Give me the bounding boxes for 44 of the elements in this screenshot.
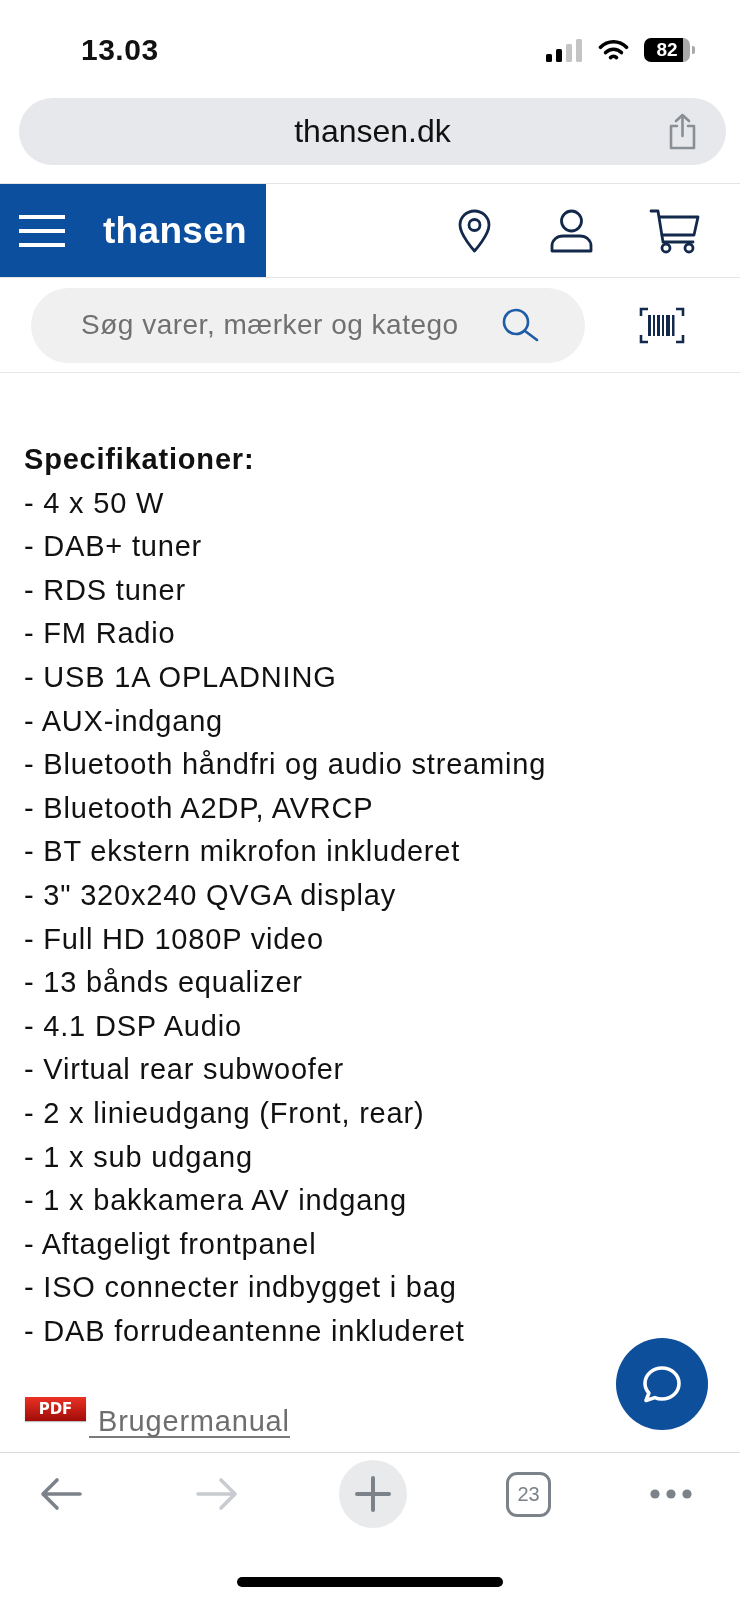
pdf-badge: PDF [25,1397,86,1422]
spec-item: - 4.1 DSP Audio [24,1008,242,1044]
search-icon[interactable] [502,308,539,342]
spec-item: - Full HD 1080P video [24,921,324,957]
plus-icon [355,1476,391,1512]
status-time: 13.03 [81,35,159,65]
location-pin-icon[interactable] [458,208,491,253]
manual-link[interactable]: Brugermanual [89,1406,290,1439]
search-field[interactable]: Søg varer, mærker og katego [31,287,585,363]
site-logo[interactable]: thansen [103,212,247,249]
user-icon[interactable] [549,208,594,253]
barcode-scanner-icon[interactable] [639,306,685,344]
spec-item: - FM Radio [24,616,176,652]
menu-icon[interactable] [19,214,65,247]
address-bar[interactable]: thansen.dk [19,98,726,165]
spec-item: - RDS tuner [24,572,186,608]
tab-count-button[interactable]: 23 [506,1471,551,1517]
spec-item: - BT ekstern mikrofon inkluderet [24,834,461,870]
back-arrow-icon[interactable] [40,1477,82,1511]
spec-item: - Bluetooth håndfri og audio streaming [24,747,547,783]
section-heading: Specifikationer: [24,442,255,477]
spec-item: - 1 x bakkamera AV indgang [24,1183,407,1219]
speech-bubble-icon [642,1365,682,1403]
search-placeholder: Søg varer, mærker og katego [81,309,459,341]
spec-item: - 3" 320x240 QVGA display [24,877,397,913]
spec-item: - DAB+ tuner [24,529,203,565]
battery-indicator: 82 [644,38,695,62]
spec-item: - Bluetooth A2DP, AVRCP [24,790,374,826]
share-icon[interactable] [667,113,698,150]
spec-item: - 4 x 50 W [24,485,165,521]
spec-item: - 2 x linieudgang (Front, rear) [24,1095,425,1131]
url-text: thansen.dk [293,113,452,150]
spec-item: - ISO connecter indbygget i bag [24,1270,457,1306]
spec-item: - AUX-indgang [24,703,223,739]
spec-item: - USB 1A OPLADNING [24,659,337,695]
wifi-icon [598,38,629,62]
signal-icon [546,38,582,62]
cart-icon[interactable] [649,207,700,254]
more-icon[interactable] [650,1489,692,1499]
spec-item: - Aftageligt frontpanel [24,1226,317,1262]
spec-item: - Virtual rear subwoofer [24,1052,345,1088]
spec-item: - 13 bånds equalizer [24,965,303,1001]
spec-item: - 1 x sub udgang [24,1139,253,1175]
spec-item: - DAB forrudeantenne inkluderet [24,1313,465,1349]
